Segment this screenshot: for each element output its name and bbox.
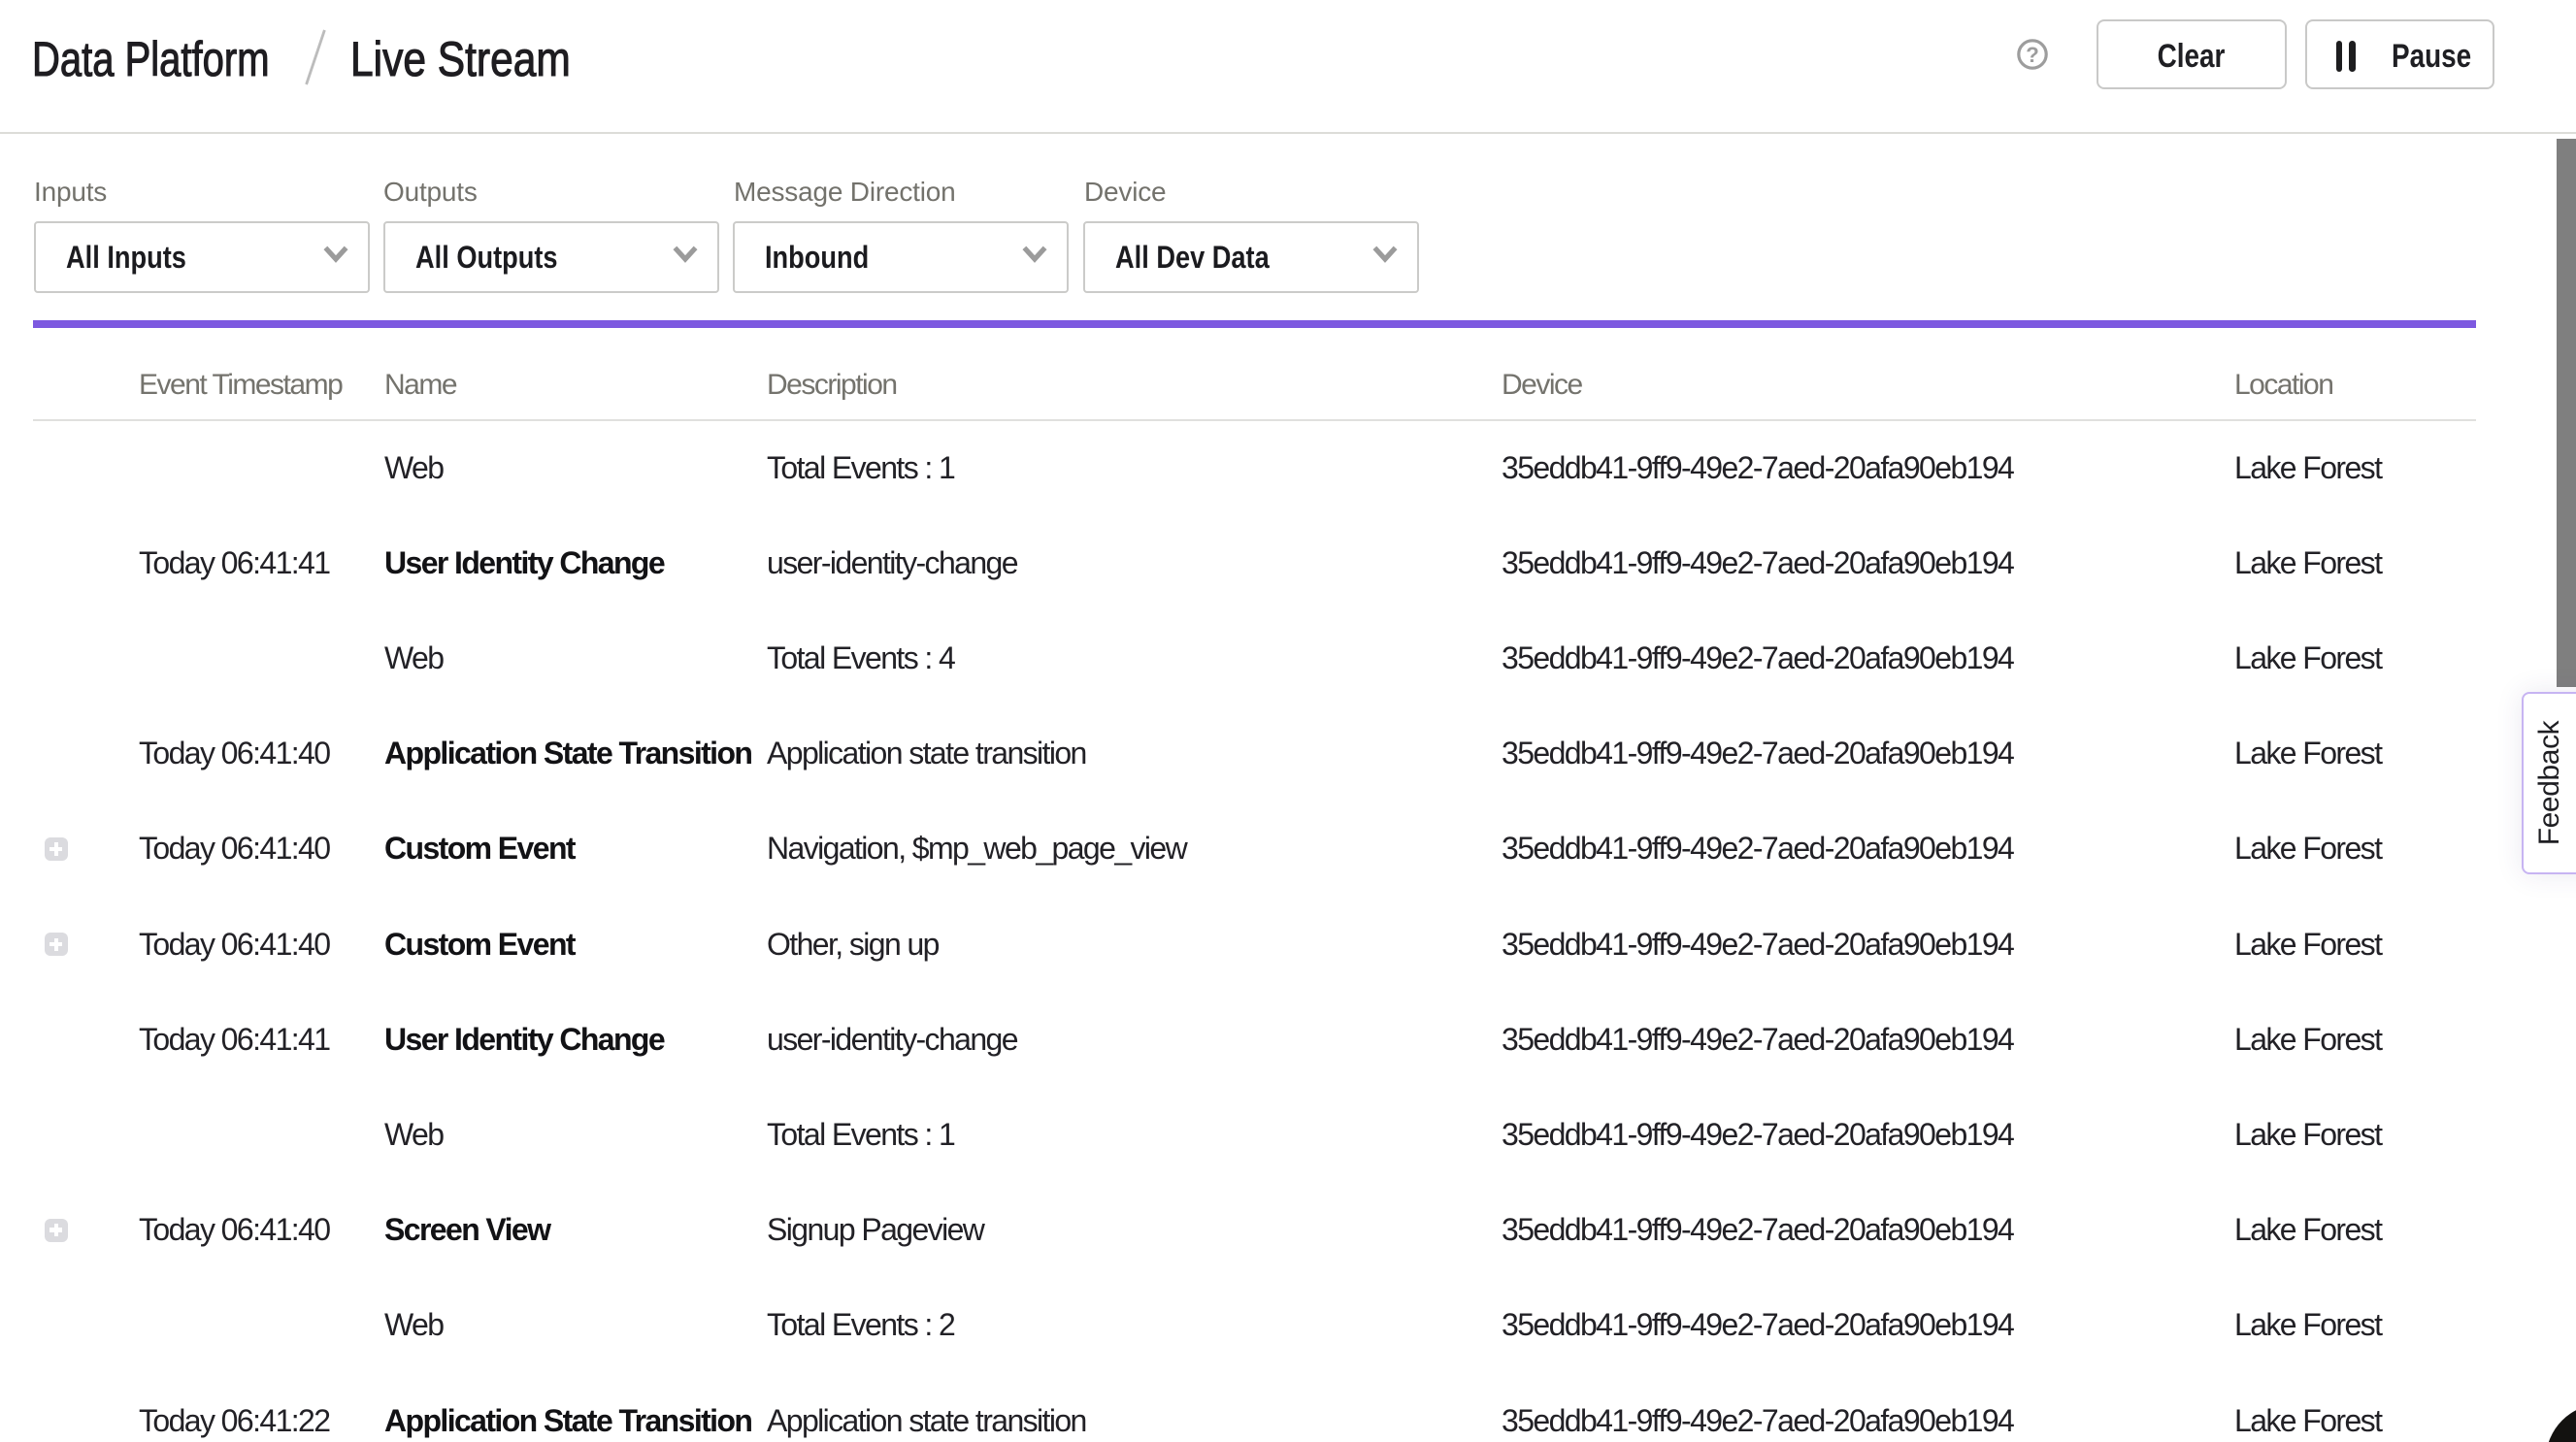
svg-text:?: ?: [2026, 43, 2039, 67]
